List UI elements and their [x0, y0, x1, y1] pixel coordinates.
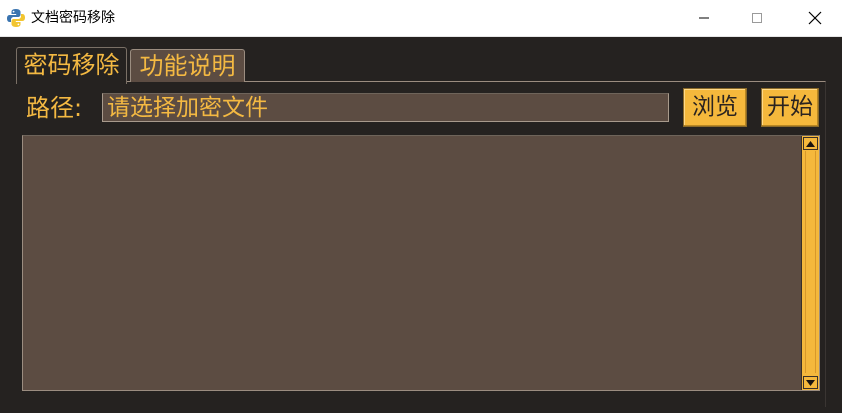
close-button[interactable] [792, 0, 838, 36]
path-label: 路径: [26, 94, 83, 122]
tab-password-removal[interactable]: 密码移除 [16, 47, 127, 84]
maximize-button[interactable] [734, 0, 780, 36]
scroll-up-button[interactable] [803, 137, 818, 150]
window-title: 文档密码移除 [31, 10, 115, 26]
arrow-up-icon [806, 140, 815, 147]
close-icon [808, 11, 822, 25]
arrow-down-icon [806, 379, 815, 386]
minimize-icon [699, 17, 709, 19]
minimize-button[interactable] [681, 0, 727, 36]
start-button[interactable]: 开始 [761, 88, 819, 127]
vertical-scrollbar[interactable] [801, 136, 819, 390]
output-textarea[interactable] [22, 135, 820, 391]
title-bar[interactable]: 文档密码移除 [0, 0, 842, 37]
tab-function-description[interactable]: 功能说明 [130, 49, 245, 82]
maximize-icon [752, 13, 762, 23]
scroll-down-button[interactable] [803, 376, 818, 389]
python-app-icon [6, 8, 26, 28]
path-input[interactable] [102, 93, 669, 122]
app-window: 文档密码移除 密码移除 功能说明 路径: 浏览 开始 [0, 0, 842, 413]
scroll-thumb[interactable] [805, 151, 816, 373]
browse-button[interactable]: 浏览 [683, 88, 747, 127]
